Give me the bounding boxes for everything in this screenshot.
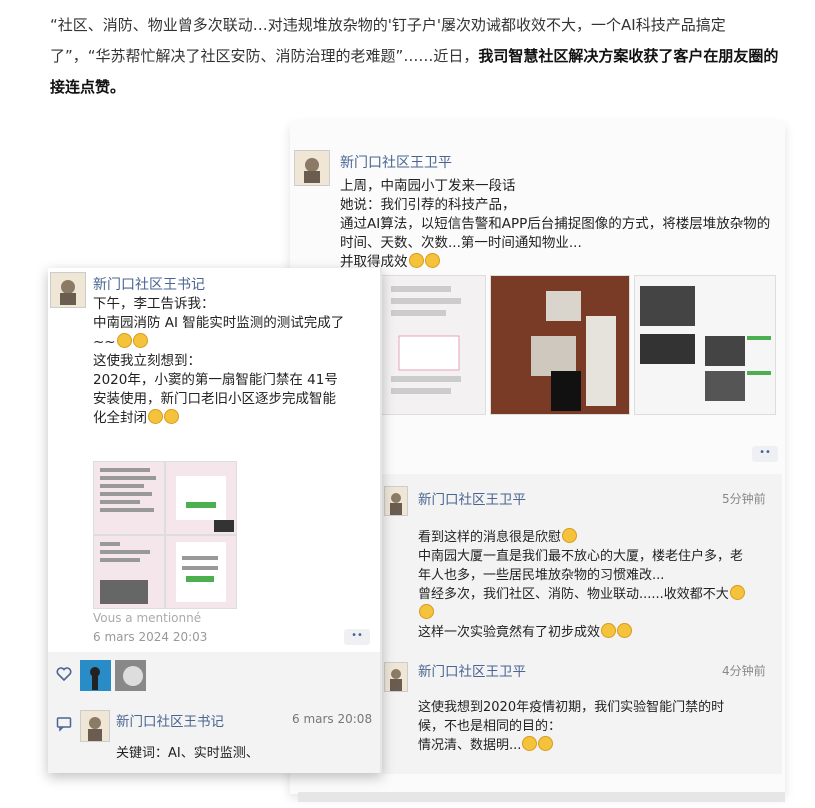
mention-label: Vous a mentionné [93, 611, 202, 625]
comment-icon[interactable] [56, 716, 72, 732]
intro-paragraph: “社区、消防、物业曾多次联动…对违规堆放杂物的'钉子户'屡次劝诫都收效不大，一个… [50, 10, 780, 103]
divider [298, 792, 785, 802]
comment-line: 曾经多次，我们社区、消防、物业联动......收效都不大 [418, 585, 778, 604]
comment-line: 中南园大厦一直是我们最不放心的大厦，楼老住户多，老 [418, 549, 744, 564]
smile-emoji-icon [562, 528, 578, 543]
comment-line: 这使我想到2020年疫情初期，我们实验智能门禁的时 [418, 700, 725, 715]
clap-emoji-icon [164, 409, 179, 424]
comment-time: 4分钟前 [722, 664, 766, 678]
clap-emoji-icon [148, 409, 163, 424]
grin-emoji-icon [617, 623, 633, 638]
comment-author[interactable]: 新门口社区王卫平 [418, 660, 526, 680]
comment-line: 看到这样的消息很是欣慰 [418, 528, 778, 547]
post-image[interactable] [165, 535, 237, 609]
front-post-card: 新门口社区王书记 下午，李工告诉我： 中南园消防 AI 智能实时监测的测试完成了… [48, 268, 382, 773]
avatar[interactable] [384, 486, 408, 516]
heart-icon[interactable] [56, 666, 72, 682]
post-line: 化全封闭 [93, 409, 378, 428]
post-line: 上周，中南园小丁发来一段话 [340, 178, 516, 194]
post-author[interactable]: 新门口社区王书记 [93, 274, 205, 294]
comment-line [418, 604, 778, 623]
clap-emoji-icon [132, 333, 148, 348]
post-author[interactable]: 新门口社区王卫平 [340, 152, 452, 172]
post-image-chat-screenshot[interactable] [380, 275, 486, 415]
grin-emoji-icon [538, 736, 554, 751]
more-options-button[interactable]: •• [752, 446, 778, 462]
post-text: 上周，中南园小丁发来一段话 她说：我们引荐的科技产品， 通过AI算法，以短信告警… [340, 177, 780, 272]
post-image-app-screens[interactable] [634, 275, 776, 415]
post-line: 并取得成效 [340, 253, 780, 272]
comment-line: 这样一次实验竟然有了初步成效 [418, 623, 778, 642]
liker-avatar[interactable] [80, 660, 111, 691]
comment-line: 候，不也是相同的目的： [418, 719, 562, 734]
post-image[interactable] [93, 461, 165, 535]
grin-emoji-icon [601, 623, 617, 638]
grin-emoji-icon [522, 736, 538, 751]
avatar[interactable] [294, 150, 330, 186]
post-line: 安装使用，新门口老旧小区逐步完成智能 [93, 391, 336, 407]
post-line: 时间、天数、次数...第一时间通知物业... [340, 235, 582, 251]
post-date: 6 mars 2024 20:03 [93, 630, 208, 644]
liker-avatar[interactable] [115, 660, 146, 691]
more-options-button[interactable]: •• [344, 629, 370, 645]
comment-text: 看到这样的消息很是欣慰 中南园大厦一直是我们最不放心的大厦，楼老住户多，老 年人… [418, 528, 778, 642]
post-line: ~~ [93, 333, 378, 352]
smile-emoji-icon [424, 253, 440, 268]
post-image-door[interactable] [490, 275, 630, 415]
comment-text: 这使我想到2020年疫情初期，我们实验智能门禁的时 候，不也是相同的目的： 情况… [418, 698, 778, 755]
comment-text: 关键词：AI、实时监测、 [116, 746, 259, 761]
avatar[interactable] [384, 662, 408, 692]
cry-emoji-icon [729, 585, 745, 600]
comment-author[interactable]: 新门口社区王书记 [116, 710, 224, 730]
comment-time: 6 mars 20:08 [292, 712, 373, 726]
post-image[interactable] [93, 535, 165, 609]
smile-emoji-icon [408, 253, 424, 268]
clap-emoji-icon [116, 333, 132, 348]
comment-author[interactable]: 新门口社区王卫平 [418, 488, 526, 508]
cry-emoji-icon [419, 604, 434, 619]
post-text: 下午，李工告诉我： 中南园消防 AI 智能实时监测的测试完成了 ~~ 这使我立刻… [93, 295, 378, 428]
avatar[interactable] [80, 710, 110, 742]
post-line: 通过AI算法，以短信告警和APP后台捕捉图像的方式，将楼层堆放杂物的 [340, 216, 771, 232]
post-line: 2020年，小窦的第一扇智能门禁在 41号 [93, 372, 338, 388]
post-line: 她说：我们引荐的科技产品， [340, 197, 516, 213]
comment-time: 5分钟前 [722, 492, 766, 506]
post-line: 这使我立刻想到： [93, 353, 201, 369]
post-line: 下午，李工告诉我： [93, 296, 215, 312]
comment-line: 年人也多，一些居民堆放杂物的习惯难改... [418, 568, 665, 583]
post-image[interactable] [165, 461, 237, 535]
avatar[interactable] [50, 272, 86, 308]
comment-line: 情况清、数据明... [418, 736, 778, 755]
post-line: 中南园消防 AI 智能实时监测的测试完成了 [93, 315, 345, 331]
